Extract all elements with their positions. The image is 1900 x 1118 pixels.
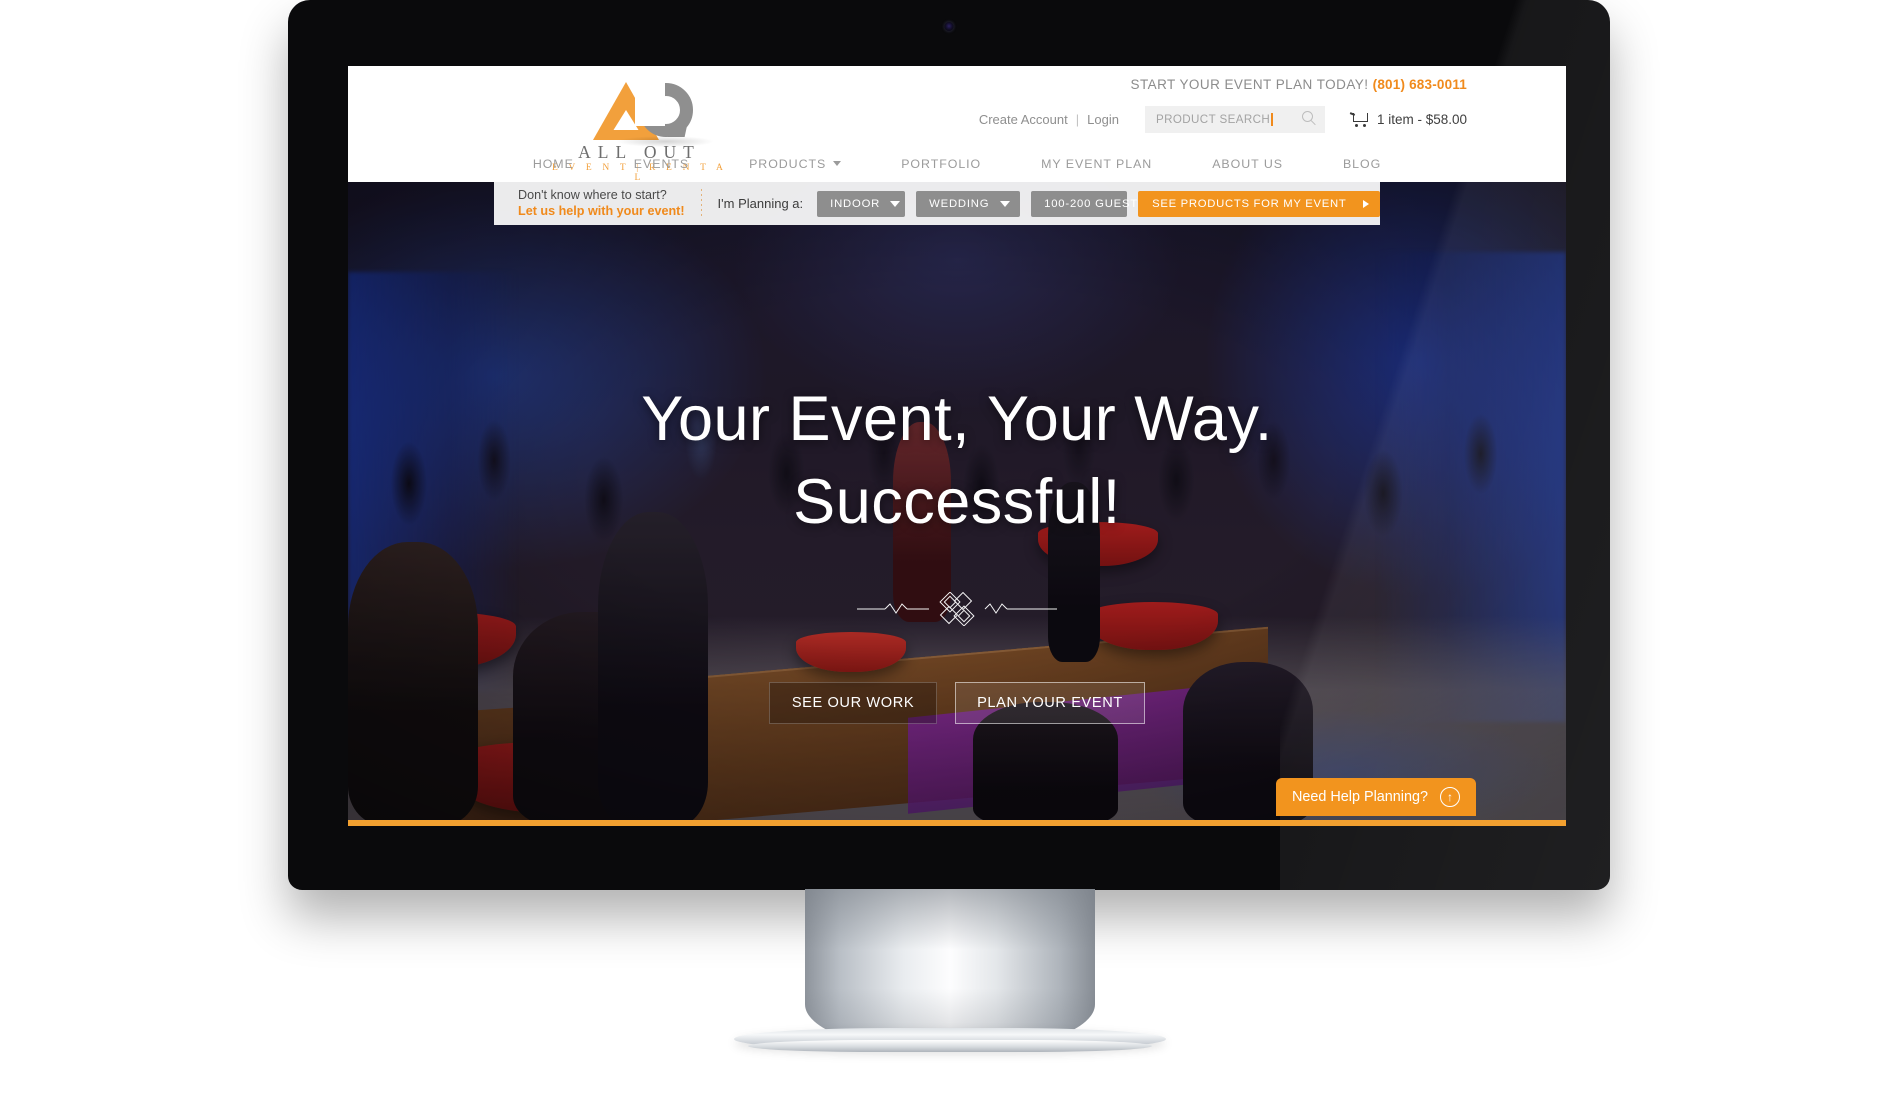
hero-section: Don't know where to start? Let us help w… bbox=[348, 182, 1566, 826]
planner-question-line2[interactable]: Let us help with your event! bbox=[518, 204, 685, 220]
hero-headline-line2: Successful! bbox=[793, 467, 1121, 538]
see-our-work-label: SEE OUR WORK bbox=[791, 695, 915, 711]
search-icon[interactable] bbox=[1301, 111, 1317, 126]
monitor-stand-base-lip bbox=[748, 1040, 1152, 1052]
planner-label: I'm Planning a: bbox=[717, 196, 804, 211]
browser-viewport: ALL OUT E V E N T | R E N T A L START YO… bbox=[348, 66, 1566, 826]
webcam-dot-icon bbox=[944, 22, 954, 31]
plan-your-event-label: PLAN YOUR EVENT bbox=[977, 695, 1123, 711]
need-help-planning-label: Need Help Planning? bbox=[1291, 789, 1428, 805]
nav-item-about-us[interactable]: ABOUT US bbox=[1182, 157, 1313, 171]
text-cursor bbox=[1271, 113, 1273, 126]
nav-label: HOME bbox=[532, 156, 574, 171]
chevron-down-icon bbox=[833, 161, 842, 166]
nav-label: PRODUCTS bbox=[749, 156, 827, 171]
event-planner-bar: Don't know where to start? Let us help w… bbox=[494, 182, 1381, 225]
monitor-frame: ALL OUT E V E N T | R E N T A L START YO… bbox=[288, 0, 1610, 890]
monitor-stand-neck-shading bbox=[805, 889, 1095, 1049]
planner-question-line1: Don't know where to start? bbox=[518, 187, 667, 202]
nav-item-portfolio[interactable]: PORTFOLIO bbox=[871, 157, 1011, 171]
phone-number-link[interactable]: (801) 683-0011 bbox=[1373, 77, 1467, 92]
header-utility-row: Create Account | Login PRODUCT SEARCH 1 … bbox=[979, 106, 1467, 133]
hero-headline-line1: Your Event, Your Way. bbox=[641, 384, 1273, 454]
planner-divider bbox=[700, 188, 702, 219]
logo-letter-o-cut-icon bbox=[635, 82, 665, 126]
utility-separator: | bbox=[1075, 112, 1080, 127]
chevron-down-icon bbox=[1000, 200, 1011, 207]
login-link[interactable]: Login bbox=[1087, 112, 1119, 127]
nav-label: ABOUT US bbox=[1212, 156, 1283, 171]
nav-label: BLOG bbox=[1342, 156, 1382, 171]
nav-label: MY EVENT PLAN bbox=[1041, 156, 1153, 171]
see-our-work-button[interactable]: SEE OUR WORK bbox=[769, 682, 937, 724]
plan-your-event-button[interactable]: PLAN YOUR EVENT bbox=[955, 682, 1145, 724]
planner-prompt-block: Don't know where to start? Let us help w… bbox=[518, 188, 685, 219]
chevron-down-icon bbox=[890, 200, 901, 207]
main-navigation: HOME EVENTS PRODUCTS PORTFOLIO MY EVENT … bbox=[348, 145, 1566, 182]
nav-item-products[interactable]: PRODUCTS bbox=[719, 157, 871, 171]
guest-count-value: 100-200 GUESTS bbox=[1044, 197, 1147, 210]
hero-headline: Your Event, Your Way. Successful! bbox=[348, 378, 1566, 544]
hero-bottom-accent-bar bbox=[348, 820, 1566, 826]
chevron-right-icon bbox=[1363, 199, 1370, 208]
hero-cta-group: SEE OUR WORK PLAN YOUR EVENT bbox=[769, 682, 1145, 724]
screenshot-stage: ALL OUT E V E N T | R E N T A L START YO… bbox=[0, 0, 1900, 1118]
event-type-value: WEDDING bbox=[929, 197, 990, 210]
header-phone-line: START YOUR EVENT PLAN TODAY! (801) 683-0… bbox=[1131, 77, 1468, 92]
cart-total-text: 1 item - $58.00 bbox=[1376, 112, 1467, 127]
create-account-link[interactable]: Create Account bbox=[979, 112, 1068, 127]
see-products-button[interactable]: SEE PRODUCTS FOR MY EVENT bbox=[1138, 190, 1381, 217]
event-type-select[interactable]: WEDDING bbox=[916, 190, 1021, 217]
see-products-label: SEE PRODUCTS FOR MY EVENT bbox=[1152, 197, 1347, 210]
guest-count-select[interactable]: 100-200 GUESTS bbox=[1031, 190, 1167, 217]
nav-label: PORTFOLIO bbox=[901, 156, 982, 171]
need-help-planning-tab[interactable]: Need Help Planning? ↑ bbox=[1275, 778, 1476, 816]
nav-label: EVENTS bbox=[633, 156, 690, 171]
nav-item-events[interactable]: EVENTS bbox=[604, 157, 719, 171]
arrow-up-circle-icon[interactable]: ↑ bbox=[1440, 787, 1460, 807]
nav-item-blog[interactable]: BLOG bbox=[1313, 157, 1411, 171]
site-header: ALL OUT E V E N T | R E N T A L START YO… bbox=[348, 66, 1566, 183]
phone-prefix-text: START YOUR EVENT PLAN TODAY! bbox=[1130, 77, 1369, 92]
shopping-cart-icon bbox=[1349, 111, 1369, 128]
logo-mark-icon bbox=[547, 80, 732, 147]
search-input[interactable]: PRODUCT SEARCH bbox=[1145, 113, 1270, 126]
venue-type-select[interactable]: INDOOR bbox=[817, 190, 906, 217]
venue-type-value: INDOOR bbox=[830, 197, 881, 210]
nav-item-home[interactable]: HOME bbox=[503, 157, 604, 171]
filigree-divider-icon bbox=[857, 592, 1057, 626]
nav-item-my-event-plan[interactable]: MY EVENT PLAN bbox=[1011, 157, 1182, 171]
cart-summary[interactable]: 1 item - $58.00 bbox=[1349, 111, 1467, 128]
product-search-field[interactable]: PRODUCT SEARCH bbox=[1144, 106, 1325, 133]
